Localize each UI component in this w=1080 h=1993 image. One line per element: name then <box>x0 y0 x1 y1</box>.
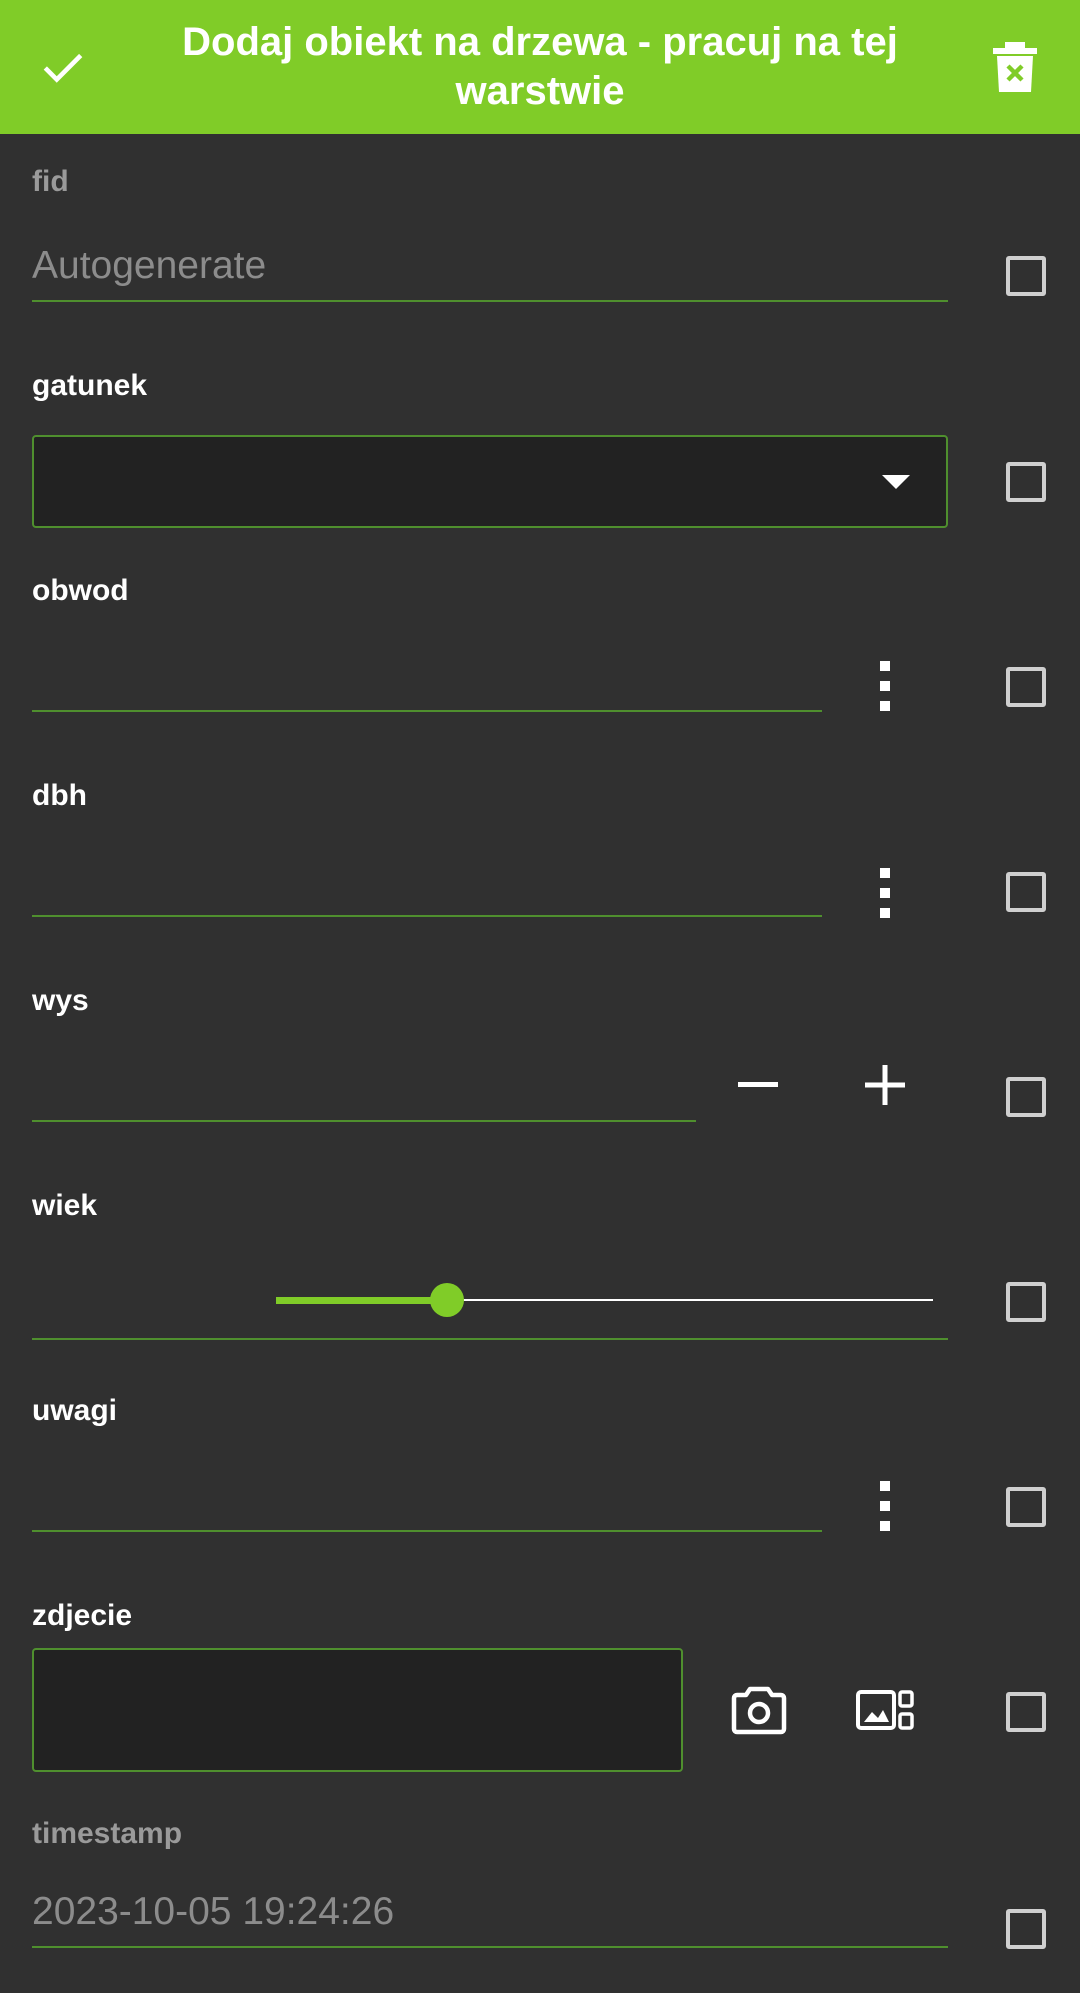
open-gallery-button[interactable] <box>854 1682 918 1738</box>
check-icon <box>43 53 83 83</box>
dbh-more-button[interactable] <box>860 865 910 921</box>
more-vert-icon <box>880 661 890 711</box>
take-photo-button[interactable] <box>727 1680 791 1740</box>
form-title: Dodaj obiekt na drzewa - pracuj na tej w… <box>182 20 898 113</box>
wiek-remember-checkbox[interactable] <box>1006 1282 1046 1322</box>
uwagi-more-button[interactable] <box>860 1478 910 1534</box>
zdjecie-label: zdjecie <box>32 1599 133 1632</box>
more-vert-icon <box>880 1481 890 1531</box>
trash-icon <box>993 42 1037 92</box>
wys-increment-button[interactable] <box>855 1060 915 1110</box>
gallery-icon <box>856 1690 914 1730</box>
more-vert-icon <box>880 868 890 918</box>
dbh-remember-checkbox[interactable] <box>1006 872 1046 912</box>
timestamp-remember-checkbox[interactable] <box>1006 1909 1046 1949</box>
minus-icon <box>738 1082 778 1087</box>
gatunek-label: gatunek <box>32 369 148 402</box>
fid-remember-checkbox[interactable] <box>1006 256 1046 296</box>
obwod-label: obwod <box>32 574 129 607</box>
wiek-label: wiek <box>32 1189 98 1222</box>
wys-decrement-button[interactable] <box>728 1060 788 1110</box>
camera-icon <box>731 1686 787 1735</box>
fid-input[interactable]: Autogenerate <box>32 230 948 302</box>
uwagi-remember-checkbox[interactable] <box>1006 1487 1046 1527</box>
wys-input[interactable] <box>32 1050 696 1122</box>
form-header: Dodaj obiekt na drzewa - pracuj na tej w… <box>0 0 1080 134</box>
delete-button[interactable] <box>955 0 1075 134</box>
timestamp-label: timestamp <box>32 1817 183 1850</box>
wiek-slider[interactable] <box>276 1280 933 1320</box>
obwod-input[interactable] <box>32 640 822 712</box>
chevron-down-icon <box>882 475 910 489</box>
wys-label: wys <box>32 984 89 1017</box>
zdjecie-remember-checkbox[interactable] <box>1006 1692 1046 1732</box>
gatunek-remember-checkbox[interactable] <box>1006 462 1046 502</box>
obwod-more-button[interactable] <box>860 658 910 714</box>
zdjecie-preview[interactable] <box>32 1648 683 1772</box>
slider-thumb[interactable] <box>430 1283 464 1317</box>
uwagi-label: uwagi <box>32 1394 118 1427</box>
confirm-button[interactable] <box>3 0 123 134</box>
slider-fill <box>276 1297 447 1304</box>
timestamp-input[interactable]: 2023-10-05 19:24:26 <box>32 1876 948 1948</box>
wys-remember-checkbox[interactable] <box>1006 1077 1046 1117</box>
dbh-label: dbh <box>32 779 87 812</box>
fid-label: fid <box>32 165 69 198</box>
gatunek-dropdown[interactable] <box>32 435 948 528</box>
uwagi-input[interactable] <box>32 1460 822 1532</box>
plus-icon <box>865 1065 905 1105</box>
dbh-input[interactable] <box>32 845 822 917</box>
obwod-remember-checkbox[interactable] <box>1006 667 1046 707</box>
